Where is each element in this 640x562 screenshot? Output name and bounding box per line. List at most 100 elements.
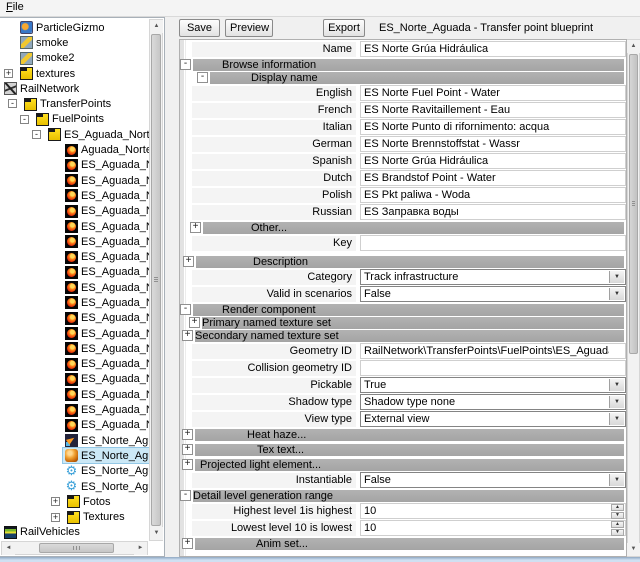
- tree-item[interactable]: -TransferPoints: [0, 96, 149, 111]
- expand-icon[interactable]: +: [182, 444, 193, 455]
- expand-icon[interactable]: +: [189, 317, 200, 328]
- dropdown-arrow-icon[interactable]: ▼: [609, 413, 624, 425]
- section-header[interactable]: +Tex text...: [180, 444, 626, 456]
- scroll-left-icon[interactable]: ◄: [2, 542, 15, 555]
- dropdown-arrow-icon[interactable]: ▼: [609, 288, 624, 300]
- text-field[interactable]: ES Norte Ravitaillement - Eau: [360, 102, 626, 118]
- tree-item[interactable]: ES_Aguada_Nort: [0, 372, 149, 387]
- expand-icon[interactable]: +: [182, 429, 193, 440]
- tree-item[interactable]: ⚙ES_Norte_Aguad: [0, 464, 149, 479]
- export-button[interactable]: Export: [323, 19, 365, 37]
- scroll-down-icon[interactable]: ▼: [627, 543, 640, 556]
- section-header[interactable]: -Browse information: [180, 59, 626, 71]
- expand-icon[interactable]: +: [182, 538, 193, 549]
- tree-item[interactable]: ES_Aguada_Nort: [0, 234, 149, 249]
- number-spinner[interactable]: 10▲▼: [360, 503, 626, 519]
- collapse-icon[interactable]: -: [180, 304, 191, 315]
- tree-item[interactable]: RailNetwork: [0, 81, 149, 96]
- text-field[interactable]: ES Norte Grúa Hidráulica: [360, 153, 626, 169]
- scrollbar-thumb[interactable]: [39, 543, 114, 553]
- tree-item[interactable]: ES_Aguada_Nort: [0, 418, 149, 433]
- dropdown[interactable]: Track infrastructure▼: [360, 269, 626, 285]
- dropdown-arrow-icon[interactable]: ▼: [609, 396, 624, 408]
- tree-item[interactable]: ES_Aguada_Nort: [0, 341, 149, 356]
- scrollbar-thumb[interactable]: [151, 34, 161, 526]
- expand-icon[interactable]: +: [182, 459, 193, 470]
- text-field[interactable]: ES Brandstof Point - Water: [360, 170, 626, 186]
- tree-item[interactable]: ES_Aguada_Nort: [0, 311, 149, 326]
- tree-item[interactable]: -FuelPoints: [0, 112, 149, 127]
- expand-icon[interactable]: +: [190, 222, 201, 233]
- dropdown[interactable]: External view▼: [360, 411, 626, 427]
- tree-item[interactable]: -ES_Aguada_Norte: [0, 127, 149, 142]
- text-field[interactable]: ES Norte Fuel Point - Water: [360, 85, 626, 101]
- text-field[interactable]: ES Pkt paliwa - Woda: [360, 187, 626, 203]
- tree-item[interactable]: ES_Aguada_Nort: [0, 249, 149, 264]
- tree-item[interactable]: ES_Aguada_Nort: [0, 280, 149, 295]
- spin-up-icon[interactable]: ▲: [611, 504, 624, 511]
- tree-item[interactable]: ES_Aguada_Nort: [0, 158, 149, 173]
- number-spinner[interactable]: 10▲▼: [360, 520, 626, 536]
- file-menu[interactable]: File: [0, 0, 31, 16]
- expand-icon[interactable]: +: [51, 513, 60, 522]
- section-header[interactable]: +Other...: [180, 222, 626, 234]
- dropdown[interactable]: Shadow type none▼: [360, 394, 626, 410]
- section-header[interactable]: -Detail level generation range: [180, 490, 626, 502]
- text-field[interactable]: RailNetwork\TransferPoints\FuelPoints\ES…: [360, 343, 626, 359]
- section-header[interactable]: -Render component: [180, 304, 626, 316]
- scroll-up-icon[interactable]: ▲: [150, 20, 163, 33]
- tree-item[interactable]: ES_Aguada_Nort: [0, 357, 149, 372]
- section-header[interactable]: +Primary named texture set: [180, 317, 626, 329]
- tree-horizontal-scrollbar[interactable]: ◄ ►: [1, 541, 148, 555]
- section-header[interactable]: +Projected light element...: [180, 459, 626, 471]
- expand-icon[interactable]: +: [183, 256, 194, 267]
- panel-splitter[interactable]: [165, 17, 177, 557]
- scroll-right-icon[interactable]: ►: [134, 542, 147, 555]
- tree-item[interactable]: ES_Aguada_Nort: [0, 295, 149, 310]
- preview-button[interactable]: Preview: [225, 19, 273, 37]
- tree-item[interactable]: ES_Aguada_Nort: [0, 265, 149, 280]
- section-header[interactable]: +Description: [180, 256, 626, 268]
- tree-item[interactable]: ES_Aguada_Nort: [0, 188, 149, 203]
- scroll-down-icon[interactable]: ▼: [150, 527, 163, 540]
- tree-item[interactable]: ⚙ES_Norte_Aguad: [0, 479, 149, 494]
- section-header[interactable]: +Secondary named texture set: [180, 330, 626, 342]
- collapse-icon[interactable]: -: [20, 115, 29, 124]
- text-field[interactable]: [360, 360, 626, 376]
- dropdown[interactable]: False▼: [360, 472, 626, 488]
- dropdown-arrow-icon[interactable]: ▼: [609, 379, 624, 391]
- tree-item[interactable]: ParticleGizmo: [0, 20, 149, 35]
- collapse-icon[interactable]: -: [32, 130, 41, 139]
- text-field[interactable]: ES Norte Brennstoffstat - Wassr: [360, 136, 626, 152]
- tree-item[interactable]: ES_Aguada_Nort: [0, 204, 149, 219]
- tree-item[interactable]: ES_Aguada_Nort: [0, 173, 149, 188]
- scroll-up-icon[interactable]: ▲: [627, 40, 640, 53]
- spin-up-icon[interactable]: ▲: [611, 521, 624, 528]
- dropdown[interactable]: False▼: [360, 286, 626, 302]
- expand-icon[interactable]: +: [4, 69, 13, 78]
- text-field[interactable]: [360, 235, 626, 251]
- tree-item[interactable]: +textures: [0, 66, 149, 81]
- scrollbar-thumb[interactable]: [629, 54, 638, 354]
- text-field[interactable]: ES Заправка воды: [360, 204, 626, 220]
- expand-icon[interactable]: +: [182, 330, 193, 341]
- tree-item[interactable]: +Fotos: [0, 494, 149, 509]
- collapse-icon[interactable]: -: [180, 490, 191, 501]
- tree-item[interactable]: ES_Aguada_Nort: [0, 326, 149, 341]
- dropdown-arrow-icon[interactable]: ▼: [609, 474, 624, 486]
- properties-vertical-scrollbar[interactable]: ▲ ▼: [627, 39, 640, 557]
- expand-icon[interactable]: +: [51, 497, 60, 506]
- dropdown[interactable]: True▼: [360, 377, 626, 393]
- tree-item[interactable]: ES_Aguada_Nort: [0, 402, 149, 417]
- section-header[interactable]: +Heat haze...: [180, 429, 626, 441]
- collapse-icon[interactable]: -: [197, 72, 208, 83]
- tree-item[interactable]: ES_Aguada_Nort: [0, 387, 149, 402]
- tree-item[interactable]: ES_Norte_Aguad: [0, 448, 149, 463]
- tree-item[interactable]: ES_Aguada_Nort: [0, 219, 149, 234]
- section-header[interactable]: +Anim set...: [180, 538, 626, 550]
- tree-item[interactable]: +Textures: [0, 510, 149, 525]
- text-field[interactable]: ES Norte Grúa Hidráulica: [360, 41, 626, 57]
- spin-down-icon[interactable]: ▼: [611, 512, 624, 519]
- collapse-icon[interactable]: -: [180, 59, 191, 70]
- collapse-icon[interactable]: -: [8, 99, 17, 108]
